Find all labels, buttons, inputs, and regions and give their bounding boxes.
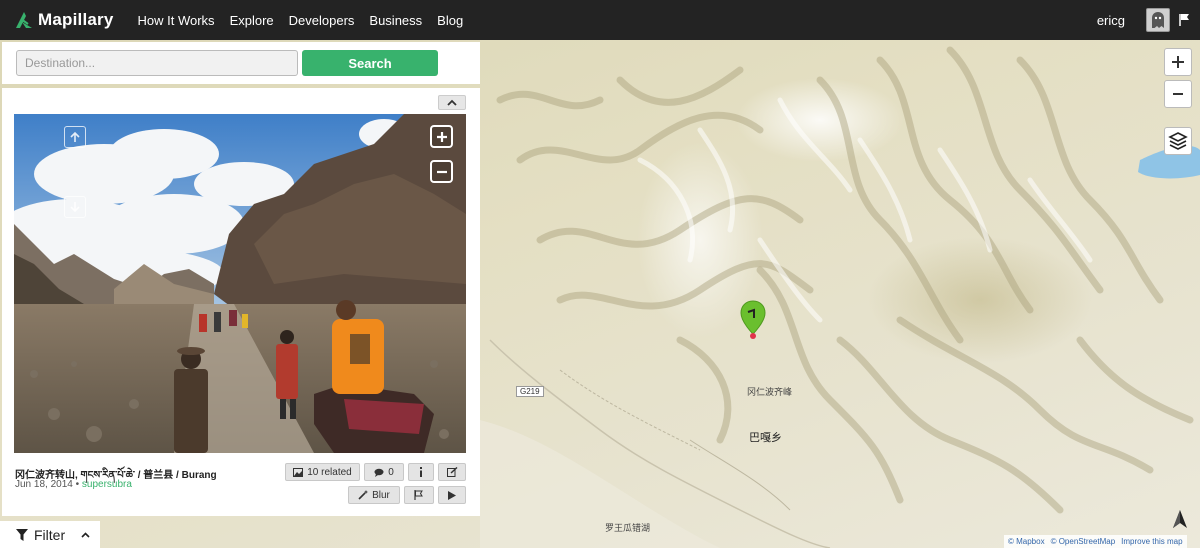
photo-username-link[interactable]: supersubra — [82, 479, 132, 490]
map-label-lake: 罗王瓜错湖 — [605, 524, 651, 534]
map-attribution: © Mapbox © OpenStreetMap Improve this ma… — [1004, 535, 1187, 548]
comments-button[interactable]: 0 — [364, 463, 404, 481]
destination-input[interactable] — [16, 50, 298, 76]
filter-funnel-icon — [16, 528, 28, 541]
brand-logo[interactable]: Mapillary — [14, 0, 114, 40]
map-marker-icon[interactable] — [740, 300, 766, 345]
comment-icon — [374, 468, 384, 477]
chevron-up-icon — [81, 531, 90, 538]
brand-name: Mapillary — [38, 10, 114, 29]
nav-blog[interactable]: Blog — [437, 13, 463, 28]
magic-wand-icon — [358, 490, 369, 500]
username[interactable]: ericg — [1097, 13, 1125, 28]
related-count-label: 10 related — [307, 466, 352, 478]
plus-icon — [436, 131, 447, 142]
report-flag-button[interactable] — [1179, 13, 1191, 31]
ghost-avatar-icon — [1152, 12, 1164, 28]
info-button[interactable] — [408, 463, 434, 481]
user-avatar[interactable] — [1146, 8, 1170, 32]
flag-icon — [414, 490, 423, 500]
attribution-improve[interactable]: Improve this map — [1121, 537, 1182, 546]
photo-zoom-in-button[interactable] — [430, 125, 453, 148]
blur-label: Blur — [372, 489, 390, 501]
map-zoom-out-button[interactable] — [1164, 80, 1192, 108]
top-navbar: Mapillary How It Works Explore Developer… — [0, 0, 1200, 40]
image-icon — [293, 467, 304, 477]
minus-icon — [436, 170, 447, 173]
mapillary-logo-icon — [16, 12, 32, 28]
layers-icon — [1168, 132, 1188, 150]
street-photo[interactable] — [14, 114, 466, 453]
photo-meta: Jun 18, 2014 • supersubra — [15, 479, 132, 490]
flag-photo-button[interactable] — [404, 486, 434, 504]
road-label-g219: G219 — [516, 386, 544, 397]
related-photos-button[interactable]: 10 related — [285, 463, 360, 481]
collapse-panel-button[interactable] — [438, 95, 466, 110]
nav-business[interactable]: Business — [369, 13, 422, 28]
photo-zoom-out-button[interactable] — [430, 160, 453, 183]
flag-icon — [1179, 14, 1189, 26]
main-nav: How It Works Explore Developers Business… — [138, 13, 479, 28]
play-button[interactable] — [438, 486, 466, 504]
photo-date: Jun 18, 2014 — [15, 479, 73, 490]
photo-viewer-panel: 冈仁波齐转山, གངས་རིན་པོ་ཆེ་ / 普兰县 / Burang Ju… — [2, 88, 480, 516]
blur-button[interactable]: Blur — [348, 486, 400, 504]
arrow-up-icon — [70, 131, 80, 142]
meta-separator: • — [75, 479, 80, 490]
photo-forward-button[interactable] — [64, 126, 86, 148]
map-label-town: 巴嘎乡 — [749, 431, 782, 444]
minus-icon — [1173, 93, 1183, 95]
plus-icon — [1172, 56, 1184, 68]
attribution-osm[interactable]: © OpenStreetMap — [1051, 537, 1116, 546]
map-layers-button[interactable] — [1164, 127, 1192, 155]
play-icon — [448, 490, 456, 500]
attribution-mapbox[interactable]: © Mapbox — [1008, 537, 1045, 546]
north-arrow-icon[interactable] — [1172, 510, 1188, 533]
info-icon — [420, 467, 422, 477]
search-button[interactable]: Search — [302, 50, 438, 76]
map-label-peak: 冈仁波齐峰 — [747, 388, 793, 398]
nav-explore[interactable]: Explore — [230, 13, 274, 28]
search-panel: Search — [2, 42, 480, 84]
arrow-down-icon — [70, 202, 80, 213]
photo-image — [14, 114, 466, 453]
chevron-up-icon — [447, 99, 457, 106]
nav-developers[interactable]: Developers — [289, 13, 355, 28]
nav-how-it-works[interactable]: How It Works — [138, 13, 215, 28]
filter-toggle[interactable]: Filter — [0, 521, 100, 548]
edit-icon — [446, 467, 458, 477]
photo-backward-button[interactable] — [64, 196, 86, 218]
map-zoom-in-button[interactable] — [1164, 48, 1192, 76]
filter-label: Filter — [34, 526, 66, 543]
comments-count: 0 — [388, 466, 394, 478]
edit-button[interactable] — [438, 463, 466, 481]
